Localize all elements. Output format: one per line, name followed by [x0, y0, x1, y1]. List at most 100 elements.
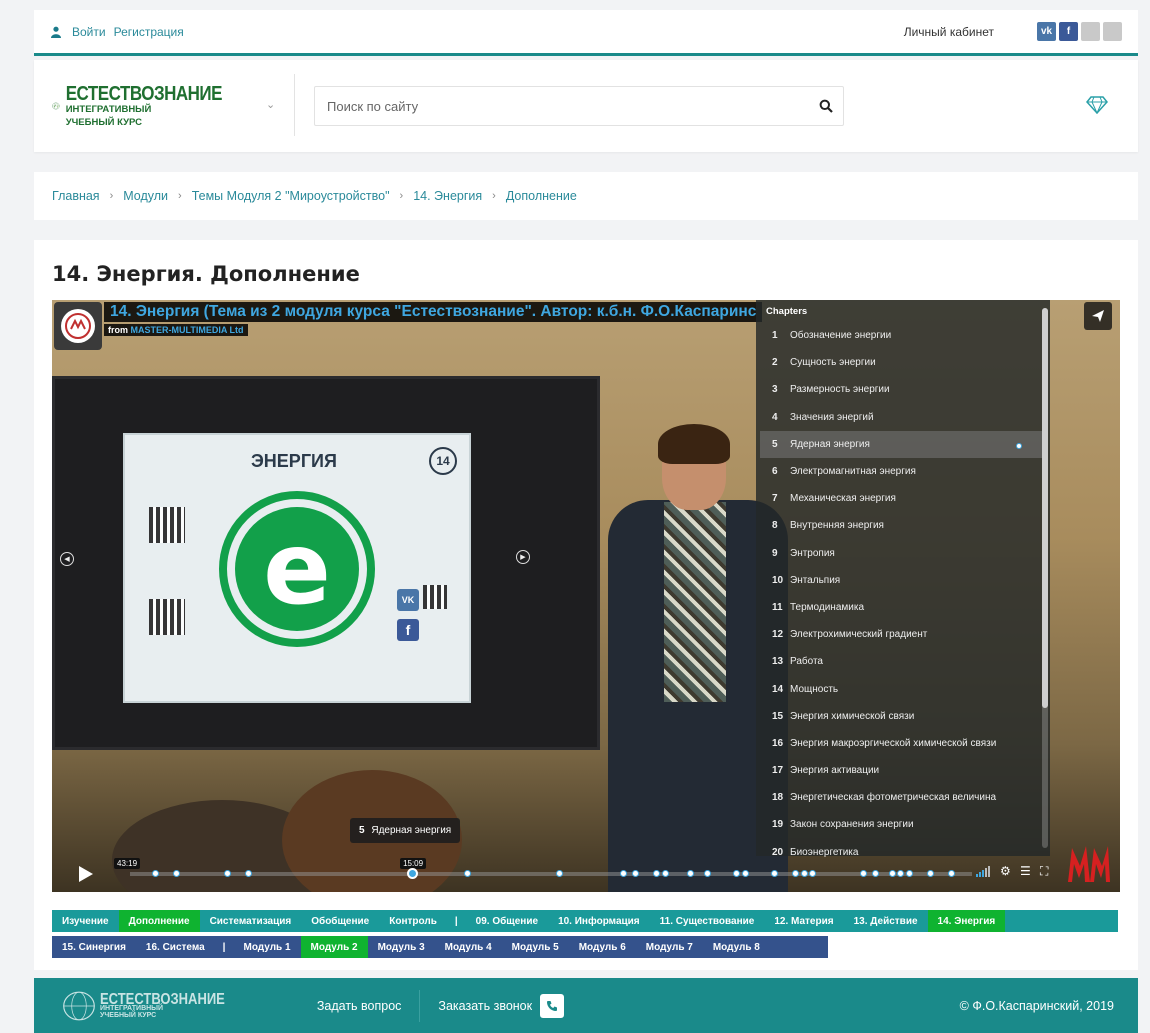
chapter-item[interactable]: 1 Обозначение энергии	[756, 322, 1050, 349]
video-title[interactable]: 14. Энергия (Тема из 2 модуля курса "Ест…	[104, 302, 763, 322]
chevron-right-icon[interactable]: ▶	[516, 550, 530, 564]
chapter-marker[interactable]	[859, 870, 867, 877]
menu-item[interactable]: Модуль 1	[233, 936, 300, 958]
chapter-item[interactable]: 10 Энтальпия	[756, 567, 1050, 594]
play-button[interactable]	[74, 862, 98, 886]
menu-item[interactable]: 09. Общение	[466, 910, 548, 932]
menu-item[interactable]: 16. Система	[136, 936, 215, 958]
menu-item[interactable]: Модуль 3	[368, 936, 435, 958]
menu-item[interactable]: Обобщение	[301, 910, 379, 932]
menu-item[interactable]: Модуль 6	[569, 936, 636, 958]
chapter-marker[interactable]	[152, 870, 160, 877]
chapter-item[interactable]: 3 Размерность энергии	[756, 376, 1050, 403]
chapter-item[interactable]: 13 Работа	[756, 648, 1050, 675]
register-link[interactable]: Регистрация	[114, 25, 184, 39]
menu-item[interactable]: 12. Материя	[764, 910, 843, 932]
menu-item[interactable]: 14. Энергия	[927, 910, 1006, 932]
channel-logo[interactable]	[54, 302, 102, 350]
chapter-item[interactable]: 2 Сущность энергии	[756, 349, 1050, 376]
menu-item[interactable]: Модуль 8	[703, 936, 770, 958]
menu-item[interactable]: Модуль 7	[636, 936, 703, 958]
site-logo[interactable]: ЕСТЕСТВОЗНАНИЕ ИНТЕГРАТИВНЫЙ УЧЕБНЫЙ КУР…	[52, 76, 223, 136]
chapter-marker[interactable]	[244, 870, 252, 877]
chapter-marker[interactable]	[872, 870, 880, 877]
settings-icon[interactable]: ⚙	[1000, 864, 1011, 878]
chapter-marker[interactable]	[800, 870, 808, 877]
menu-item[interactable]: Контроль	[379, 910, 447, 932]
search-input[interactable]	[315, 87, 809, 125]
progress-bar[interactable]: 43:19 15:09	[114, 858, 972, 879]
telegram-icon[interactable]	[1103, 22, 1122, 41]
chapter-marker[interactable]	[632, 870, 640, 877]
personal-cabinet-link[interactable]: Личный кабинет	[904, 25, 994, 39]
chapter-item[interactable]: 7 Механическая энергия	[756, 485, 1050, 512]
chevron-down-icon[interactable]: ⌄	[266, 98, 275, 111]
search-button[interactable]	[809, 87, 843, 125]
chapter-item[interactable]: 4 Значения энергий	[756, 404, 1050, 431]
share-button[interactable]	[1084, 302, 1112, 330]
menu-item[interactable]: 13. Действие	[844, 910, 928, 932]
facebook-icon[interactable]: f	[1059, 22, 1078, 41]
chapter-item[interactable]: 16 Энергия макроэргической химической свя…	[756, 730, 1050, 757]
chapter-marker[interactable]	[947, 870, 955, 877]
chevron-left-icon[interactable]: ◀	[60, 552, 74, 566]
chapter-item[interactable]: 19 Закон сохранения энергии	[756, 811, 1050, 838]
instagram-icon[interactable]	[1081, 22, 1100, 41]
phone-button[interactable]	[540, 993, 565, 1018]
chapter-item[interactable]: 15 Энергия химической связи	[756, 703, 1050, 730]
chapter-item[interactable]: 18 Энергетическая фотометрическая величин…	[756, 784, 1050, 811]
menu-item[interactable]: Модуль 2	[300, 936, 368, 958]
menu-item[interactable]: Изучение	[52, 910, 119, 932]
chapter-item[interactable]: 9 Энтропия	[756, 540, 1050, 567]
chapter-marker[interactable]	[771, 870, 779, 877]
chapter-marker[interactable]	[905, 870, 913, 877]
chapter-marker[interactable]	[173, 870, 181, 877]
chapter-item[interactable]: 8 Внутренняя энергия	[756, 512, 1050, 539]
breadcrumb-item[interactable]: Темы Модуля 2 "Мироустройство"	[192, 189, 390, 203]
ask-question-link[interactable]: Задать вопрос	[317, 999, 402, 1013]
master-multimedia-logo[interactable]	[1066, 842, 1112, 886]
chapter-marker[interactable]	[686, 870, 694, 877]
chapter-item[interactable]: 17 Энергия активации	[756, 757, 1050, 784]
video-player[interactable]: ЭНЕРГИЯ 14 e VK f ◀ ▶ 14. Энергия (Тема …	[52, 300, 1120, 892]
menu-item[interactable]: 10. Информация	[548, 910, 650, 932]
chapter-marker[interactable]	[653, 870, 661, 877]
chapter-marker[interactable]	[926, 870, 934, 877]
chapter-marker[interactable]	[809, 870, 817, 877]
chapter-marker[interactable]	[661, 870, 669, 877]
hover-chapter-marker[interactable]	[407, 868, 419, 879]
menu-item[interactable]: Модуль 5	[502, 936, 569, 958]
diamond-icon[interactable]	[1086, 96, 1108, 114]
chapter-marker[interactable]	[556, 870, 564, 877]
menu-item[interactable]: 11. Существование	[650, 910, 765, 932]
login-link[interactable]: Войти	[72, 25, 106, 39]
chapter-item[interactable]: 11 Термодинамика	[756, 594, 1050, 621]
volume-control[interactable]	[976, 866, 990, 877]
chapter-marker[interactable]	[792, 870, 800, 877]
menu-item[interactable]: Систематизация	[200, 910, 302, 932]
chapter-item[interactable]: 5 Ядерная энергия	[760, 430, 1046, 458]
vk-icon[interactable]: vk	[1037, 22, 1056, 41]
chapter-marker[interactable]	[619, 870, 627, 877]
chapter-marker[interactable]	[897, 870, 905, 877]
menu-item[interactable]: Модуль 4	[435, 936, 502, 958]
footer-logo[interactable]: ЕСТЕСТВОЗНАНИЕ ИНТЕГРАТИВНЫЙ УЧЕБНЫЙ КУР…	[62, 990, 225, 1022]
chapter-marker[interactable]	[733, 870, 741, 877]
chapter-marker[interactable]	[463, 870, 471, 877]
menu-item[interactable]: 15. Синергия	[52, 936, 136, 958]
chapter-item[interactable]: 14 Мощность	[756, 675, 1050, 702]
chapter-marker[interactable]	[741, 870, 749, 877]
chapter-marker[interactable]	[889, 870, 896, 877]
breadcrumb-item[interactable]: Модули	[123, 189, 168, 203]
chapter-marker[interactable]	[703, 870, 711, 877]
menu-item[interactable]: Дополнение	[118, 910, 200, 932]
breadcrumb-item[interactable]: 14. Энергия	[413, 189, 482, 203]
breadcrumb-item[interactable]: Главная	[52, 189, 100, 203]
chapter-item[interactable]: 6 Электромагнитная энергия	[756, 458, 1050, 485]
chapters-scrollbar[interactable]	[1042, 308, 1048, 848]
video-author-link[interactable]: MASTER-MULTIMEDIA Ltd	[131, 325, 244, 335]
fullscreen-icon[interactable]: ⛶	[1040, 864, 1048, 879]
breadcrumb-item[interactable]: Дополнение	[506, 189, 577, 203]
chapter-marker[interactable]	[223, 870, 231, 877]
request-call[interactable]: Заказать звонок	[438, 993, 565, 1018]
